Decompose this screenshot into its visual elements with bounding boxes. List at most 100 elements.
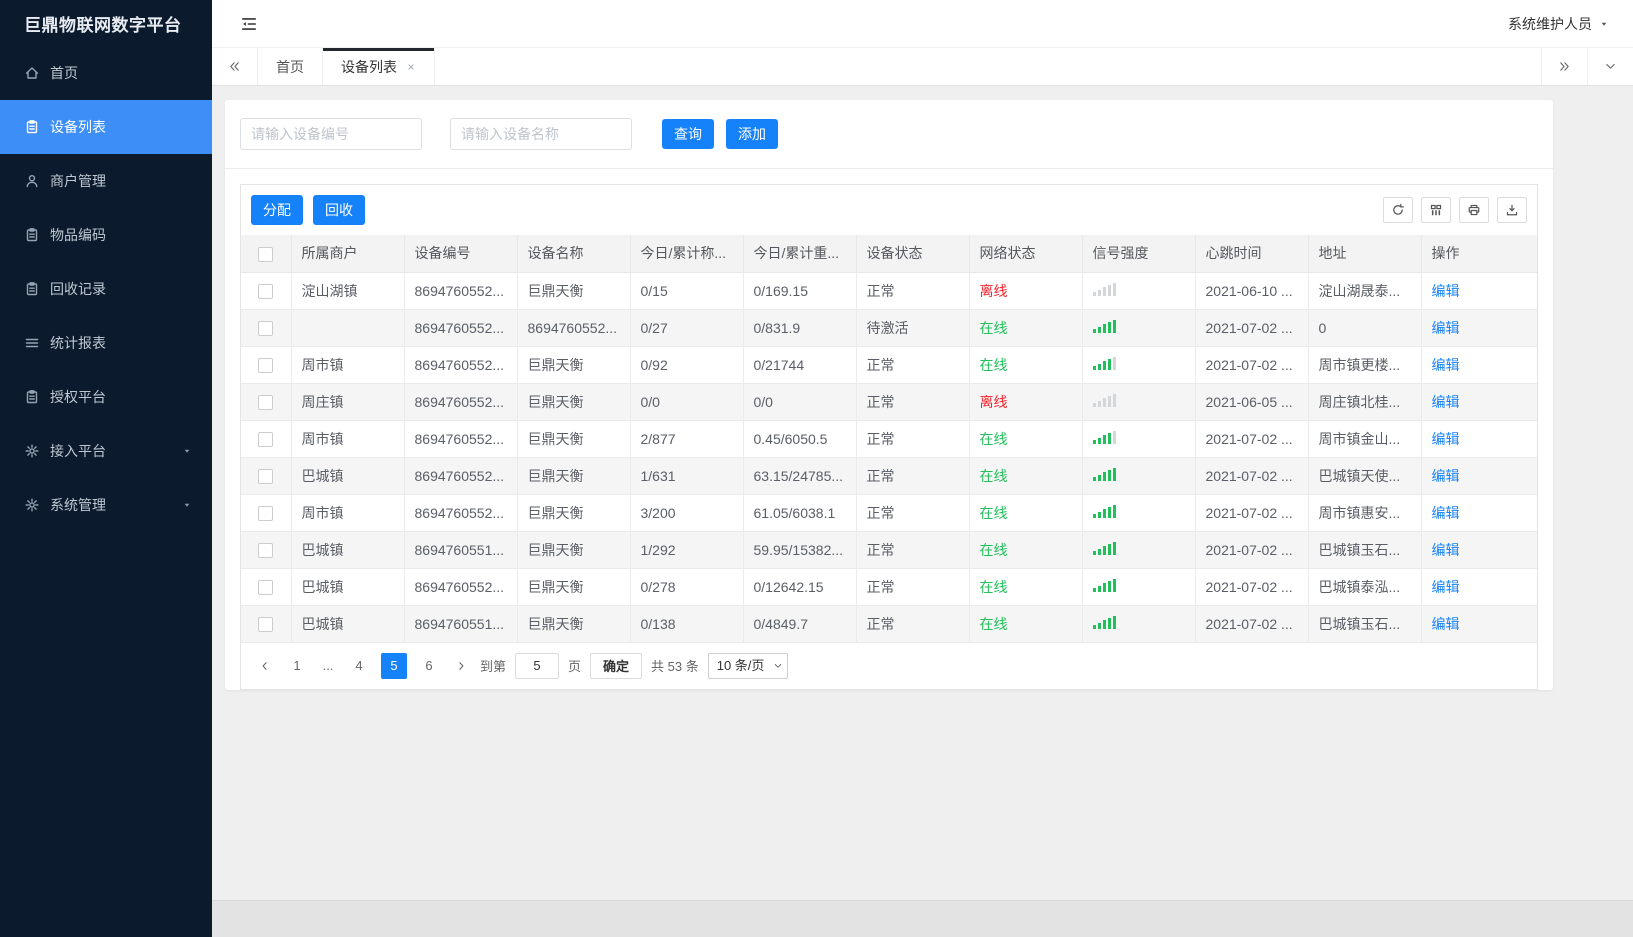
edit-link[interactable]: 编辑 [1432,542,1460,558]
table-tool-icons [1383,197,1527,223]
user-menu[interactable]: 系统维护人员 [1508,14,1609,34]
sidebar-item-merchant-management[interactable]: 商户管理 [0,154,212,208]
sidebar-item-system-management[interactable]: 系统管理 [0,478,212,532]
row-checkbox[interactable] [258,394,274,410]
pagination-page-4[interactable]: 4 [346,653,372,679]
select-all-checkbox[interactable] [258,246,274,262]
page-size-select[interactable]: 10 条/页 [707,652,788,679]
caret-down-icon [1599,19,1609,29]
edit-link[interactable]: 编辑 [1432,283,1460,299]
pagination-page-1[interactable]: 1 [284,653,310,679]
user-icon [24,173,40,189]
signal-strength-icon [1092,319,1116,333]
merchant-cell: 周市镇 [291,494,405,532]
prev-page-button[interactable] [255,653,275,679]
print-button[interactable] [1459,197,1489,223]
row-checkbox[interactable] [258,542,274,558]
device-name-cell: 巨鼎天衡 [517,383,631,421]
device-name-input[interactable] [450,118,632,150]
sidebar-collapse-icon[interactable] [240,15,258,33]
today-weight-cell: 0/831.9 [743,309,857,347]
action-cell: 编辑 [1421,272,1537,310]
row-checkbox[interactable] [258,283,274,299]
sidebar-item-statistics-report[interactable]: 统计报表 [0,316,212,370]
signal-strength-icon [1092,578,1116,592]
device-status-cell: 正常 [856,605,970,643]
close-icon[interactable] [406,62,416,72]
device-name-cell: 巨鼎天衡 [517,494,631,532]
confirm-button[interactable]: 确定 [590,652,643,679]
network-status-cell: 离线 [969,383,1083,421]
row-checkbox[interactable] [258,357,274,373]
row-checkbox[interactable] [258,320,274,336]
pagination-page-5[interactable]: 5 [381,652,407,679]
action-cell: 编辑 [1421,568,1537,606]
edit-link[interactable]: 编辑 [1432,505,1460,521]
edit-link[interactable]: 编辑 [1432,320,1460,336]
table-row: 巴城镇 8694760552... 巨鼎天衡 1/631 63.15/24785... 正… [241,457,1537,495]
sidebar-item-label: 商户管理 [50,173,106,189]
row-checkbox[interactable] [258,468,274,484]
sidebar-item-item-code[interactable]: 物品编码 [0,208,212,262]
table-header-row: 所属商户 设备编号 设备名称 今日/累计称... 今日/累计重... 设备状态 网络状态 信号… [241,235,1537,273]
merchant-cell: 淀山湖镇 [291,272,405,310]
pagination-page-6[interactable]: 6 [416,653,442,679]
double-left-icon [228,60,241,73]
row-checkbox[interactable] [258,616,274,632]
tabs-menu-button[interactable] [1587,48,1633,85]
sidebar-item-device-list[interactable]: 设备列表 [0,100,212,154]
refresh-button[interactable] [1383,197,1413,223]
refresh-icon [1391,203,1405,217]
row-select-cell [241,605,292,643]
assign-button[interactable]: 分配 [251,195,303,225]
chevron-down-icon [1604,60,1617,73]
signal-strength-icon [1092,615,1116,629]
sidebar-item-home[interactable]: 首页 [0,46,212,100]
device-status-cell: 正常 [856,346,970,384]
app-root: 巨鼎物联网数字平台 首页 设备列表 商户管理 物品编码 回收记录 统计报表 授权平台 接入平台… [0,0,1633,937]
merchant-cell: 巴城镇 [291,568,405,606]
doc-icon [24,119,40,135]
add-button[interactable]: 添加 [726,119,778,149]
today-count-cell: 0/27 [630,309,744,347]
tab-device-list[interactable]: 设备列表 [323,48,435,85]
recycle-button[interactable]: 回收 [313,195,365,225]
column-header: 信号强度 [1082,235,1196,273]
tabs-scroll-right-button[interactable] [1541,48,1587,85]
sidebar-item-access-platform[interactable]: 接入平台 [0,424,212,478]
signal-strength-icon [1092,393,1116,407]
today-weight-cell: 0/21744 [743,346,857,384]
edit-link[interactable]: 编辑 [1432,431,1460,447]
signal-cell [1082,420,1196,458]
device-no-input[interactable] [240,118,422,150]
row-checkbox[interactable] [258,505,274,521]
edit-link[interactable]: 编辑 [1432,579,1460,595]
row-checkbox[interactable] [258,579,274,595]
network-status-cell: 在线 [969,531,1083,569]
tab-home[interactable]: 首页 [258,48,323,85]
total-count-label: 共 53 条 [651,659,699,674]
goto-page-input[interactable] [515,652,560,679]
column-header: 地址 [1308,235,1422,273]
edit-link[interactable]: 编辑 [1432,394,1460,410]
heartbeat-cell: 2021-07-02 ... [1195,309,1309,347]
app-title: 巨鼎物联网数字平台 [24,15,182,35]
address-cell: 周市镇更楼... [1308,346,1422,384]
edit-link[interactable]: 编辑 [1432,357,1460,373]
download-button[interactable] [1497,197,1527,223]
caret-down-icon [182,500,192,510]
sidebar: 巨鼎物联网数字平台 首页设备列表商户管理物品编码 回收记录 统计报表 授权平台 接入平台… [0,0,212,937]
next-page-button[interactable] [451,653,471,679]
query-button[interactable]: 查询 [662,119,714,149]
sidebar-item-label: 设备列表 [50,119,106,135]
row-checkbox[interactable] [258,431,274,447]
sidebar-item-authorization-platform[interactable]: 授权平台 [0,370,212,424]
columns-button[interactable] [1421,197,1451,223]
heartbeat-cell: 2021-06-05 ... [1195,383,1309,421]
sidebar-item-recycle-records[interactable]: 回收记录 [0,262,212,316]
tabs-scroll-left-button[interactable] [212,48,258,85]
edit-link[interactable]: 编辑 [1432,616,1460,632]
signal-strength-icon [1092,467,1116,481]
edit-link[interactable]: 编辑 [1432,468,1460,484]
network-status: 离线 [979,393,1008,410]
